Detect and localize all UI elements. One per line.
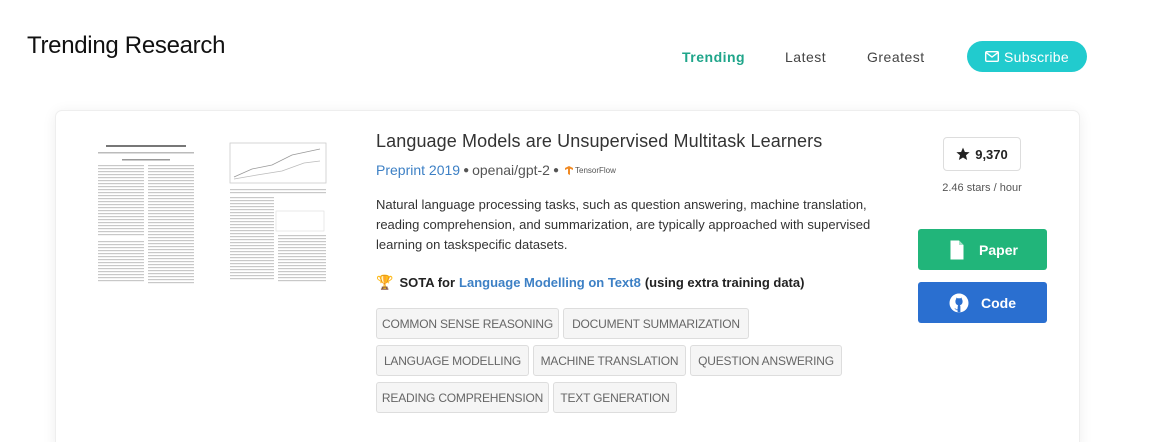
sota-task-link[interactable]: Language Modelling on Text8 bbox=[459, 275, 641, 290]
code-button[interactable]: Code bbox=[918, 282, 1047, 323]
subscribe-button[interactable]: Subscribe bbox=[967, 41, 1087, 72]
repo-name[interactable]: openai/gpt-2 bbox=[472, 162, 550, 178]
tag-chip[interactable]: DOCUMENT SUMMARIZATION bbox=[563, 308, 749, 339]
stars-count: 9,370 bbox=[975, 146, 1008, 162]
code-button-label: Code bbox=[981, 294, 1016, 311]
tag-chip[interactable]: READING COMPREHENSION bbox=[376, 382, 549, 413]
stars-rate: 2.46 stars / hour bbox=[942, 182, 1022, 194]
paper-meta: Preprint 2019 ● openai/gpt-2 ● TensorFlo… bbox=[376, 162, 616, 178]
sota-suffix: (using extra training data) bbox=[644, 275, 805, 290]
file-icon bbox=[950, 240, 964, 259]
stars-badge[interactable]: 9,370 bbox=[943, 137, 1021, 171]
trophy-icon: 🏆 bbox=[376, 274, 394, 290]
tag-chip[interactable]: QUESTION ANSWERING bbox=[690, 345, 842, 376]
paper-title[interactable]: Language Models are Unsupervised Multita… bbox=[376, 131, 822, 152]
sota-prefix: SOTA for bbox=[399, 275, 456, 290]
tensorflow-icon bbox=[565, 165, 573, 175]
framework-badge: TensorFlow bbox=[565, 165, 616, 175]
paper-button-label: Paper bbox=[979, 241, 1018, 258]
subscribe-label: Subscribe bbox=[1004, 48, 1069, 65]
paper-abstract: Natural language processing tasks, such … bbox=[376, 197, 871, 252]
meta-separator: ● bbox=[463, 164, 470, 176]
envelope-icon bbox=[985, 51, 1000, 62]
conference-link[interactable]: Preprint 2019 bbox=[376, 162, 460, 178]
sota-line: 🏆 SOTA for Language Modelling on Text8 (… bbox=[376, 274, 804, 291]
paper-button[interactable]: Paper bbox=[918, 229, 1047, 270]
framework-label: TensorFlow bbox=[575, 165, 616, 175]
tag-chip[interactable]: TEXT GENERATION bbox=[553, 382, 677, 413]
tag-chip[interactable]: MACHINE TRANSLATION bbox=[533, 345, 686, 376]
tab-latest[interactable]: Latest bbox=[785, 49, 826, 65]
tab-trending[interactable]: Trending bbox=[682, 49, 745, 65]
tab-greatest[interactable]: Greatest bbox=[867, 49, 925, 65]
page-title: Trending Research bbox=[27, 32, 226, 59]
tag-chip[interactable]: LANGUAGE MODELLING bbox=[376, 345, 529, 376]
tag-chip[interactable]: COMMON SENSE REASONING bbox=[376, 308, 559, 339]
paper-thumbnail[interactable] bbox=[92, 139, 332, 289]
meta-separator: ● bbox=[552, 164, 559, 176]
github-icon bbox=[949, 293, 969, 312]
star-icon bbox=[956, 147, 970, 160]
paper-card: Language Models are Unsupervised Multita… bbox=[55, 110, 1080, 442]
